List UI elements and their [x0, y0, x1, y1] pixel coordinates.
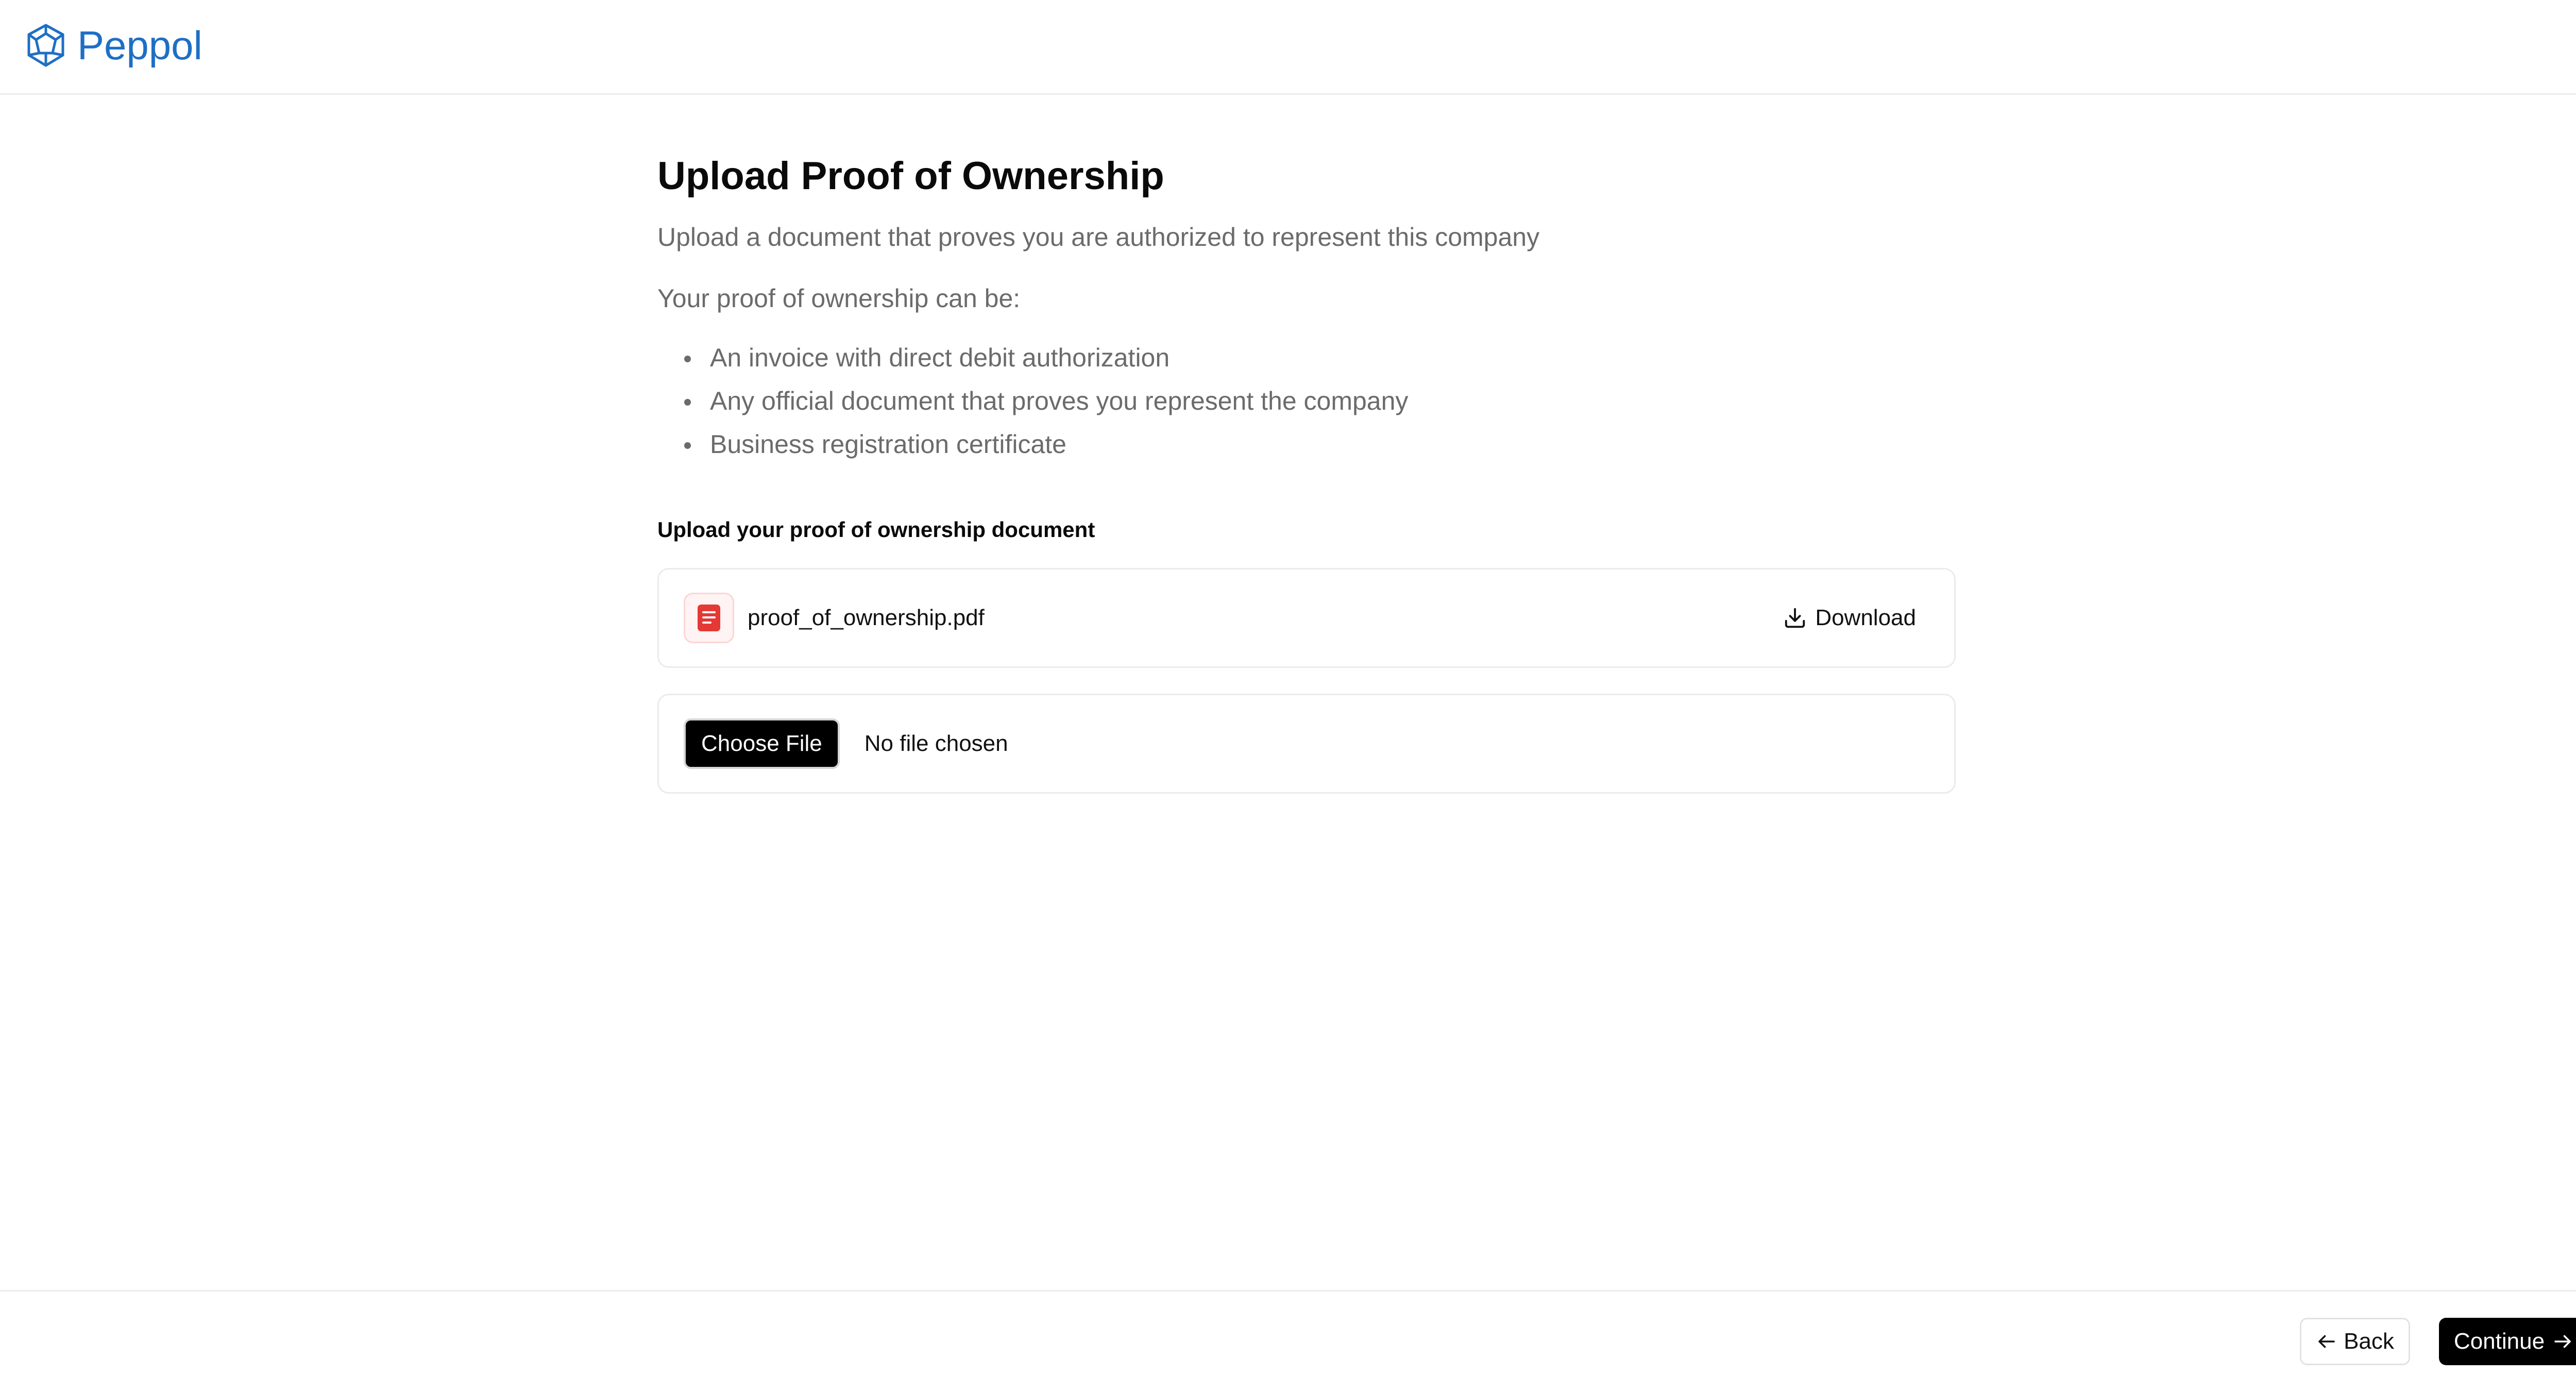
page-subtitle: Upload a document that proves you are au…	[657, 222, 1540, 251]
brand-name: Peppol	[77, 23, 202, 68]
continue-button[interactable]: Continue	[2439, 1318, 2576, 1365]
download-button[interactable]: Download	[1770, 595, 1929, 641]
brand[interactable]: Peppol	[23, 20, 202, 71]
list-item: Business registration certificate	[684, 423, 1956, 466]
upload-label: Upload your proof of ownership document	[657, 517, 1095, 542]
arrow-left-icon	[2318, 1335, 2335, 1348]
peppol-logo-icon	[23, 22, 69, 69]
pdf-file-icon	[684, 592, 734, 643]
page-title: Upload Proof of Ownership	[657, 154, 1164, 198]
download-icon	[1785, 608, 1805, 628]
main-content: Upload Proof of Ownership Upload a docum…	[657, 155, 1956, 794]
back-label: Back	[2344, 1329, 2394, 1354]
proof-intro: Your proof of ownership can be:	[657, 283, 1021, 313]
file-input-card: Choose File No file chosen	[657, 693, 1956, 794]
download-label: Download	[1815, 605, 1916, 630]
arrow-right-icon	[2554, 1335, 2571, 1348]
uploaded-file-card: proof_of_ownership.pdf Download	[657, 567, 1956, 668]
file-status: No file chosen	[864, 730, 1008, 756]
proof-options-list: An invoice with direct debit authorizati…	[657, 336, 1956, 466]
top-bar: Peppol	[0, 0, 2576, 95]
list-item: Any official document that proves you re…	[684, 379, 1956, 423]
back-button[interactable]: Back	[2300, 1318, 2410, 1365]
file-name: proof_of_ownership.pdf	[748, 605, 985, 630]
continue-label: Continue	[2453, 1329, 2545, 1354]
footer-bar: Back Continue	[0, 1290, 2576, 1375]
list-item: An invoice with direct debit authorizati…	[684, 336, 1956, 379]
choose-file-button[interactable]: Choose File	[684, 718, 840, 769]
